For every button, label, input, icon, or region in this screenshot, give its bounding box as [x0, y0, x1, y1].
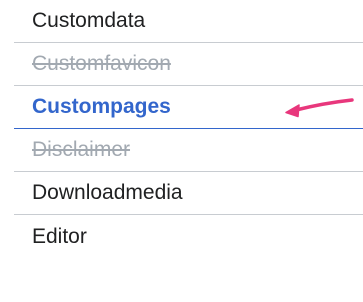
menu-item-label: Editor [32, 224, 87, 248]
menu-item-downloadmedia[interactable]: Downloadmedia [14, 172, 363, 215]
menu-item-label: Customfavicon [32, 52, 171, 75]
menu-item-label: Customdata [32, 9, 146, 32]
menu-item-label: Downloadmedia [32, 181, 183, 204]
menu-item-customfavicon[interactable]: Customfavicon [14, 43, 363, 86]
arrow-pointer-icon [285, 98, 354, 118]
menu-item-label: Custompages [32, 95, 171, 118]
menu-item-custompages[interactable]: Custompages [14, 86, 363, 129]
menu-item-label: Disclaimer [32, 138, 131, 161]
menu-item-editor[interactable]: Editor [14, 215, 363, 258]
extension-menu-list: Customdata Customfavicon Custompages Dis… [14, 0, 363, 258]
menu-item-customdata[interactable]: Customdata [14, 0, 363, 43]
menu-item-disclaimer[interactable]: Disclaimer [14, 129, 363, 172]
